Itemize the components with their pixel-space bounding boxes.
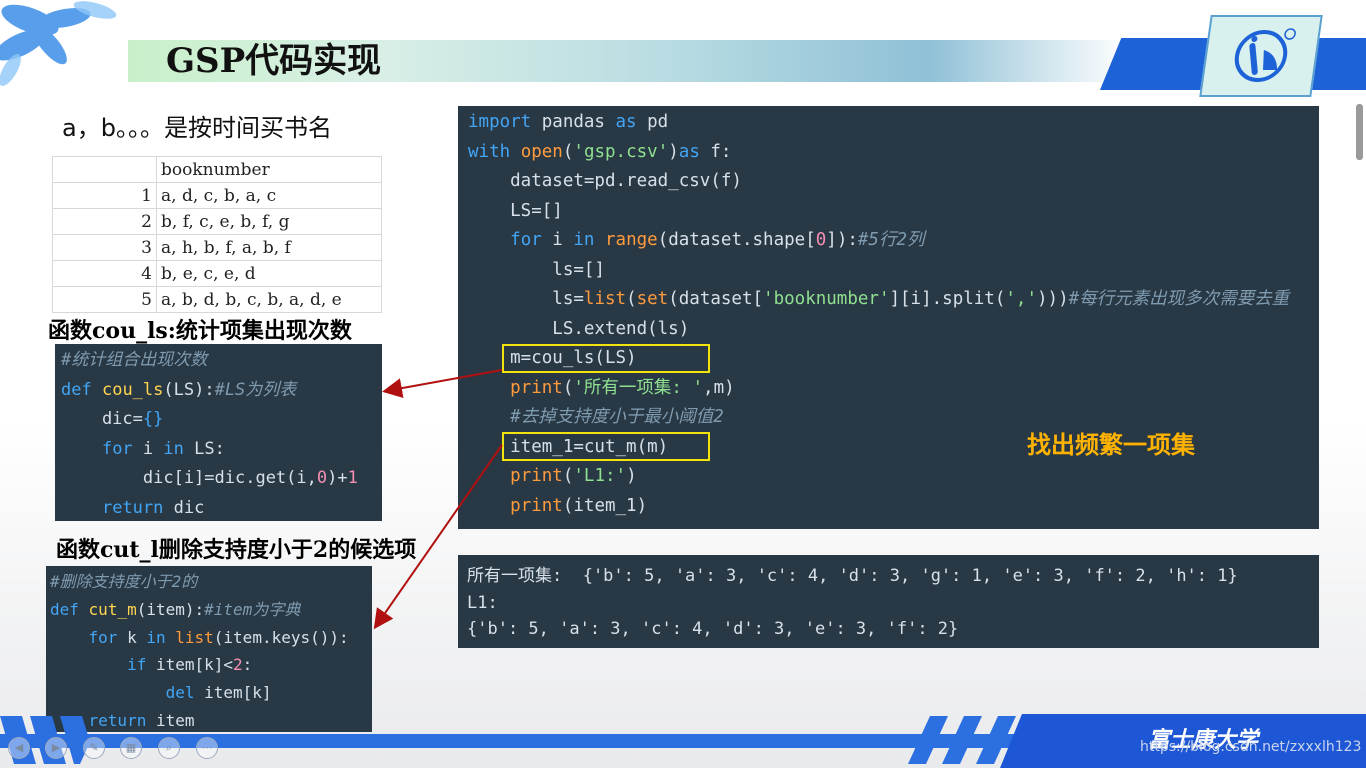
arrow-to-cut-m <box>373 444 503 630</box>
arrow-layer <box>373 369 503 630</box>
watermark-text: https://blog.csdn.net/zxxxlh123 <box>1140 739 1362 755</box>
scrollbar-thumb[interactable] <box>1356 104 1363 160</box>
more-icon[interactable]: ⋯ <box>196 737 218 759</box>
zoom-icon[interactable]: ⌕ <box>158 737 180 759</box>
pen-icon[interactable]: ✎ <box>83 737 105 759</box>
next-icon[interactable]: ▶ <box>45 737 67 759</box>
grid-icon[interactable]: ▦ <box>120 737 142 759</box>
prev-icon[interactable]: ◀ <box>8 737 30 759</box>
arrow-to-cou-ls <box>382 369 503 398</box>
